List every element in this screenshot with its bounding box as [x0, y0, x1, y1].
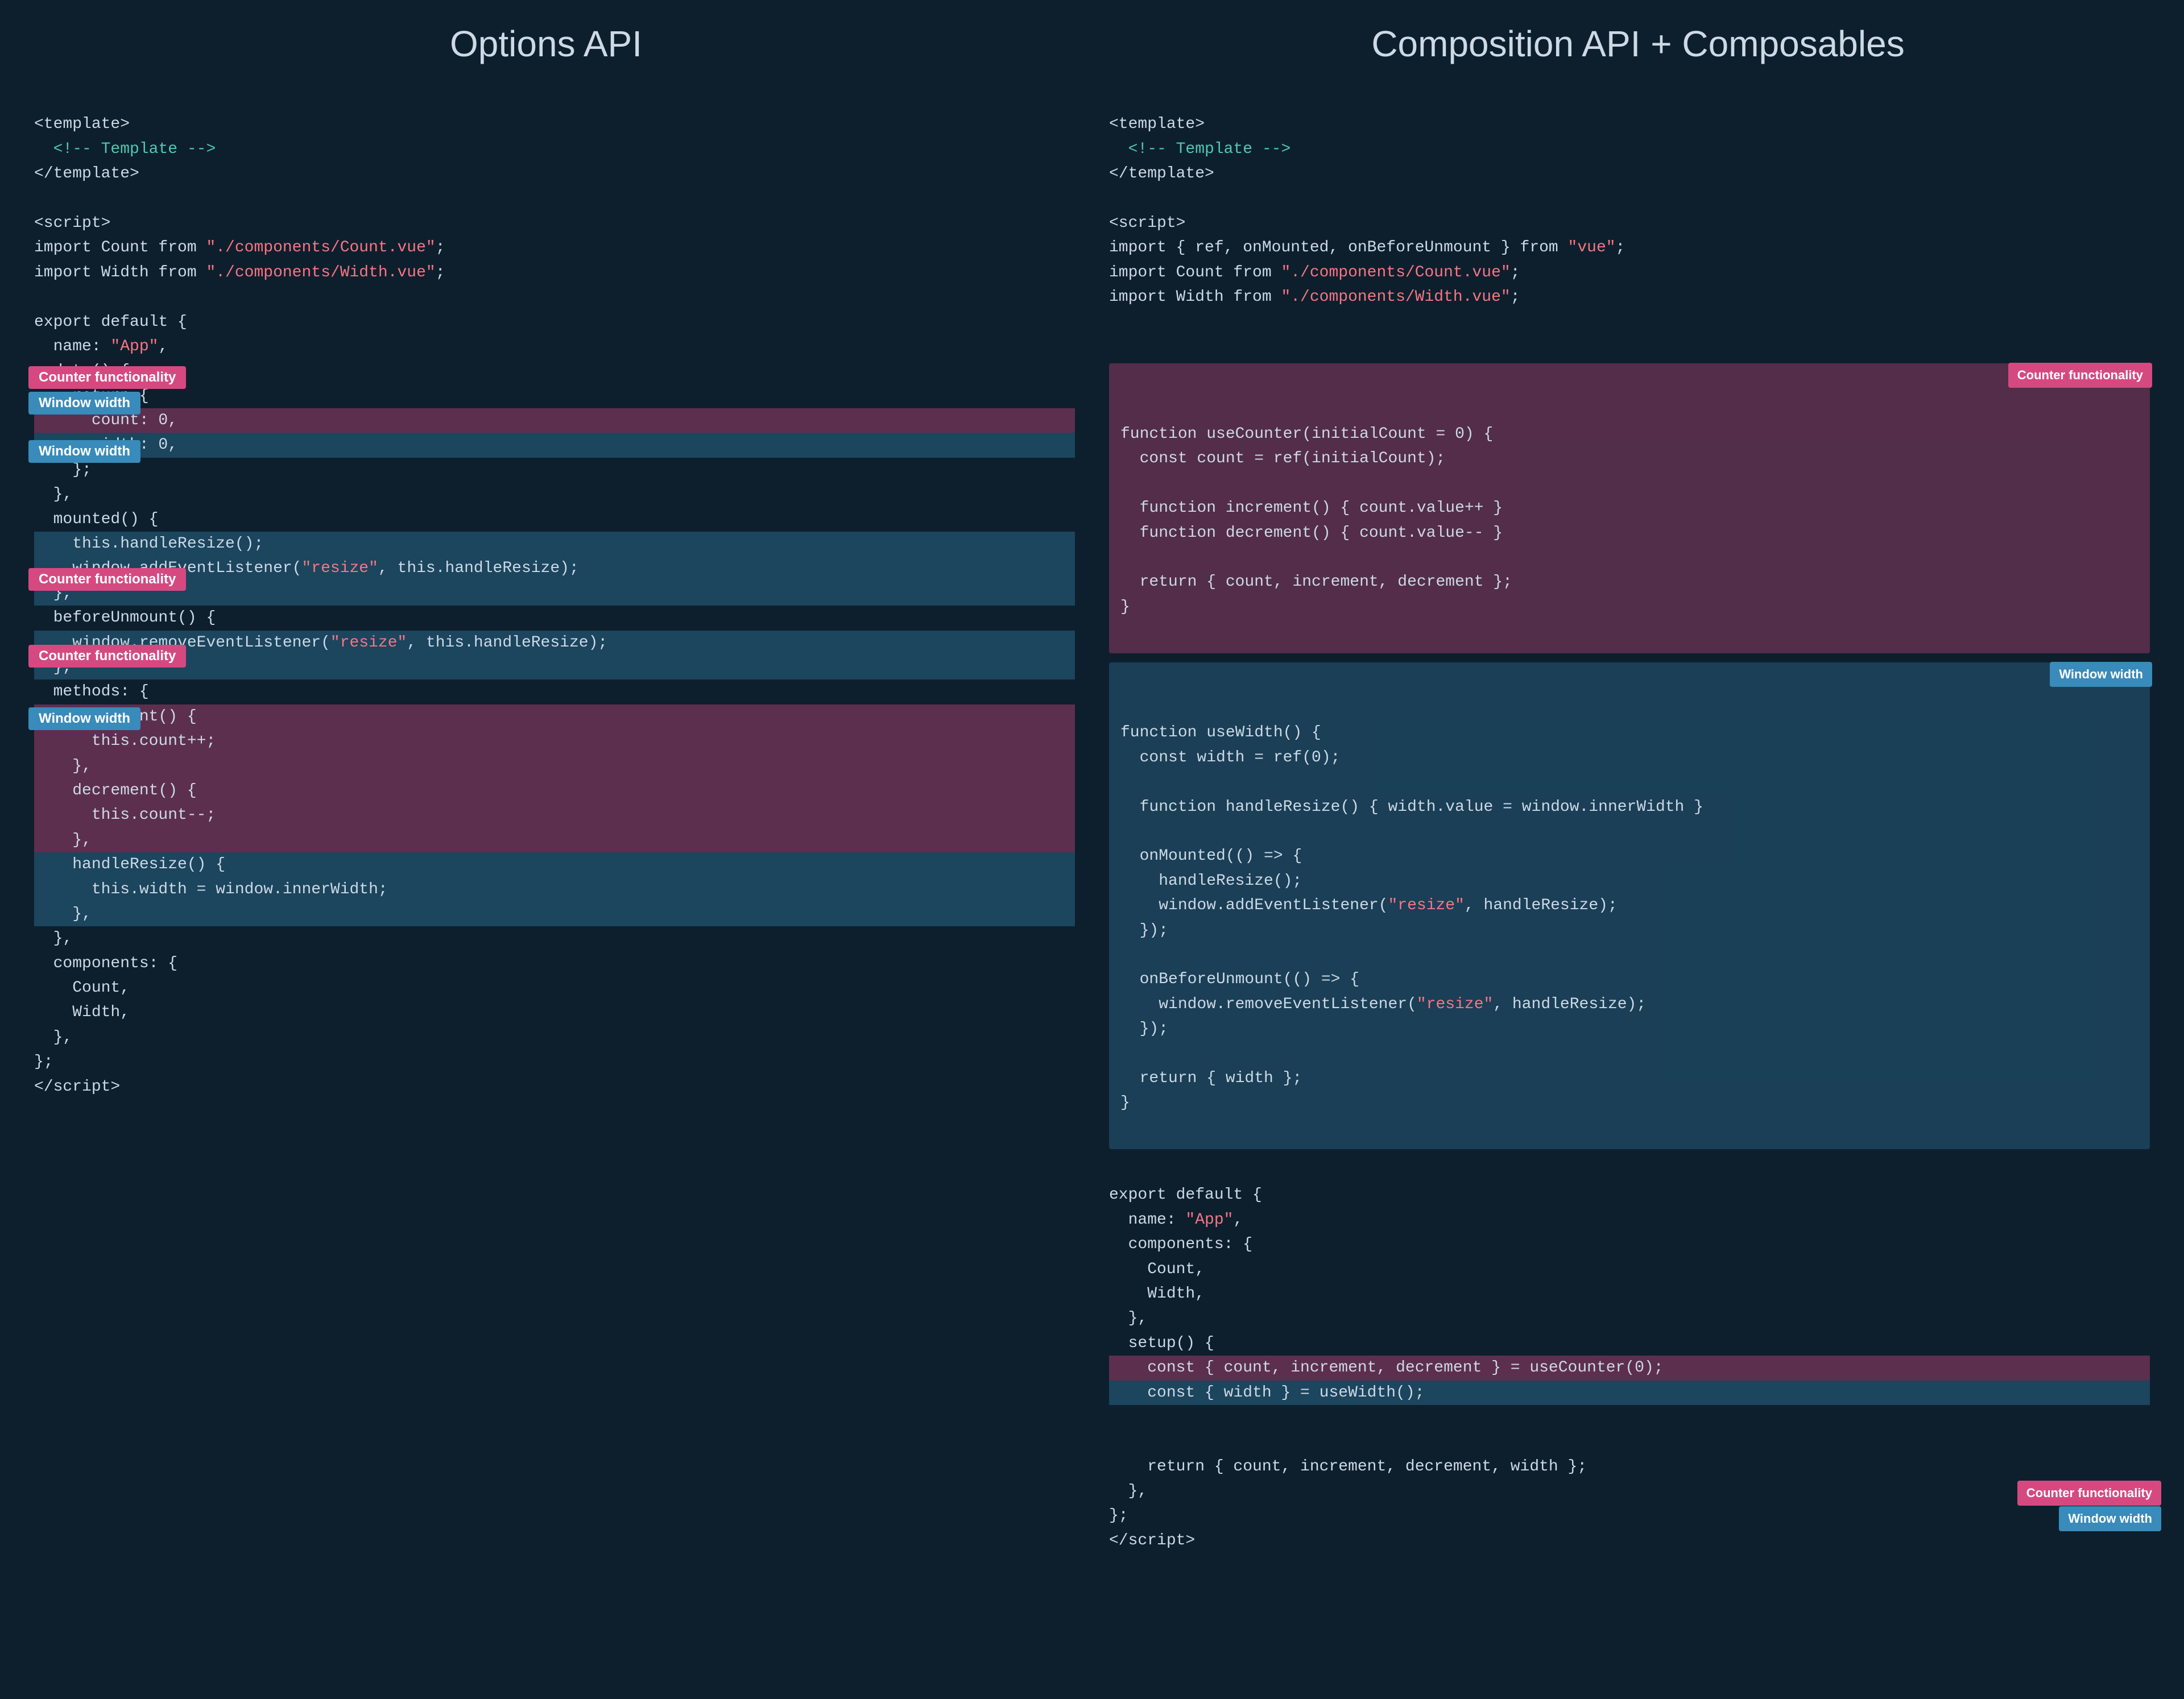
width-func: function useWidth() { — [1120, 724, 1321, 741]
mounted-block: this.handleResize(); window.addEventList… — [34, 532, 1075, 606]
export-components: components: { — [1109, 1236, 1252, 1253]
end-methods: }, components: { Count, Width, }, }; </s… — [34, 930, 177, 1095]
export-count: Count, — [1109, 1261, 1205, 1278]
width-ref: const width = ref(0); — [1120, 749, 1340, 766]
export-name: name: "App", — [1109, 1211, 1243, 1229]
export-width: Width, — [1109, 1285, 1205, 1303]
export-comp-close: }, — [1109, 1310, 1147, 1327]
counter-dec: function decrement() { count.value-- } — [1120, 524, 1503, 542]
right-script: <script> — [1109, 214, 1185, 232]
width-close: } — [1120, 1094, 1130, 1112]
counter-return: return { count, increment, decrement }; — [1120, 573, 1512, 591]
width-resize: function handleResize() { width.value = … — [1120, 798, 1703, 816]
width-mounted3: window.addEventListener("resize", handle… — [1120, 897, 1618, 914]
export-setup-close: }, — [1109, 1482, 1147, 1500]
options-api-column: <template> <!-- Template --> </template>… — [34, 88, 1075, 1676]
before-unmount-block: window.removeEventListener("resize", thi… — [34, 631, 1075, 680]
export-setup: setup() { — [1109, 1335, 1214, 1352]
width-unmount3: }); — [1120, 1020, 1168, 1038]
width-mounted2: handleResize(); — [1120, 872, 1302, 890]
export-close: }; — [1109, 1507, 1128, 1524]
options-api-code: <template> <!-- Template --> </template>… — [34, 88, 1075, 1124]
right-import1: import { ref, onMounted, onBeforeUnmount… — [1109, 239, 1625, 256]
count-line: count: 0, — [34, 408, 1075, 433]
counter-func: function useCounter(initialCount = 0) { — [1120, 425, 1493, 443]
page-header: Options API Composition API + Composable… — [0, 0, 2184, 76]
left-column-title: Options API — [0, 23, 1092, 65]
counter-close: } — [1120, 598, 1130, 616]
export-default: export default { — [1109, 1186, 1262, 1204]
use-counter-block: Counter functionality function useCounte… — [1109, 363, 2150, 653]
export-default-code: export default { name: "App", components… — [1109, 1158, 2150, 1676]
right-template-close: </template> — [1109, 165, 1214, 183]
right-import2: import Count from "./components/Count.vu… — [1109, 264, 1520, 281]
width-line: width: 0, — [34, 433, 1075, 457]
width-empty2 — [1120, 823, 1130, 840]
width-empty4 — [1120, 1045, 1130, 1062]
after-return: }; }, mounted() { — [34, 461, 158, 528]
counter-inc: function increment() { count.value++ } — [1120, 499, 1503, 517]
width-empty1 — [1120, 773, 1130, 791]
counter-empty1 — [1120, 475, 1130, 492]
badge-width-composable: Window width — [2050, 662, 2152, 687]
width-unmount: onBeforeUnmount(() => { — [1120, 971, 1359, 988]
width-return: return { width }; — [1120, 1070, 1302, 1087]
setup-empty — [1109, 1433, 1119, 1451]
template-open: <template> <!-- Template --> </template>… — [34, 115, 445, 404]
width-mounted4: }); — [1120, 922, 1168, 939]
decrement-block: decrement() { this.count--; }, — [34, 778, 1075, 852]
setup-return: return { count, increment, decrement, wi… — [1109, 1458, 1587, 1476]
badge-width-setup: Window width — [2059, 1506, 2161, 1531]
width-unmount2: window.removeEventListener("resize", han… — [1120, 996, 1646, 1013]
right-template-comment: <!-- Template --> — [1109, 140, 1290, 158]
right-column-title: Composition API + Composables — [1092, 23, 2184, 65]
setup-counter-line: const { count, increment, decrement } = … — [1109, 1356, 2150, 1380]
columns-wrapper: <template> <!-- Template --> </template>… — [0, 76, 2184, 1699]
counter-empty2 — [1120, 549, 1130, 566]
increment-block: increment() { this.count++; }, — [34, 705, 1075, 778]
script-close: </script> — [1109, 1532, 1195, 1549]
right-import3: import Width from "./components/Width.vu… — [1109, 288, 1520, 306]
badge-counter-composable: Counter functionality — [2008, 363, 2152, 388]
setup-width-line: const { width } = useWidth(); — [1109, 1381, 2150, 1405]
methods: methods: { — [34, 683, 149, 701]
right-template: <template> — [1109, 115, 1205, 133]
width-empty3 — [1120, 946, 1130, 964]
badge-counter-setup: Counter functionality — [2017, 1481, 2161, 1506]
counter-ref: const count = ref(initialCount); — [1120, 450, 1445, 467]
handle-resize-block: handleResize() { this.width = window.inn… — [34, 852, 1075, 926]
before-unmount: beforeUnmount() { — [34, 609, 216, 627]
composition-api-code: <template> <!-- Template --> </template>… — [1109, 88, 2150, 359]
width-mounted: onMounted(() => { — [1120, 847, 1302, 865]
use-width-block: Window width function useWidth() { const… — [1109, 662, 2150, 1149]
composition-api-column: <template> <!-- Template --> </template>… — [1109, 88, 2150, 1676]
